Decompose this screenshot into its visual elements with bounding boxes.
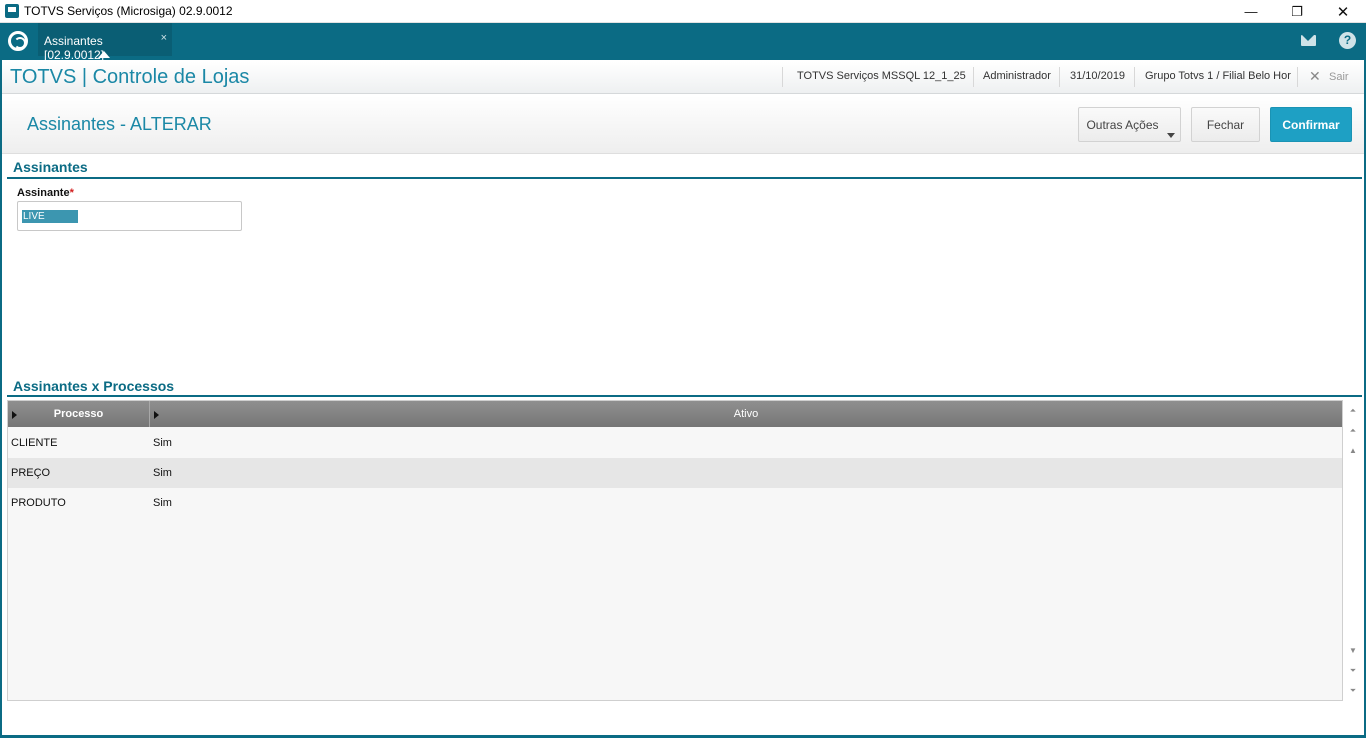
cell-ativo: Sim: [153, 497, 172, 509]
user-info: Administrador: [983, 70, 1051, 82]
chevron-down-icon: [1167, 133, 1175, 138]
tab-label: Assinantes [02.9.0012]: [44, 34, 105, 62]
minimize-button[interactable]: —: [1228, 0, 1274, 23]
mail-icon[interactable]: [1301, 35, 1316, 46]
scroll-bottom-icon[interactable]: ⏷: [1348, 686, 1358, 696]
section-title-assinantes: Assinantes: [13, 159, 88, 175]
window-titlebar: TOTVS Serviços (Microsiga) 02.9.0012 — ❐…: [0, 0, 1366, 23]
help-icon[interactable]: ?: [1339, 32, 1356, 49]
page-title: Assinantes - ALTERAR: [27, 114, 212, 134]
column-menu-icon[interactable]: [12, 411, 17, 419]
tab-close-icon[interactable]: ×: [161, 32, 167, 44]
page-toolbar: Assinantes - ALTERAR Outras Ações Fechar…: [2, 96, 1364, 154]
column-header-ativo[interactable]: Ativo: [150, 401, 1342, 427]
tab-bar: Assinantes [02.9.0012] × ?: [0, 23, 1366, 62]
grid-navigation: ⏶ ⏶ ▲ ▼ ⏷ ⏷: [1344, 400, 1362, 701]
required-mark: *: [69, 187, 74, 199]
header-separator: [1134, 67, 1135, 87]
section-title-processos: Assinantes x Processos: [13, 378, 175, 394]
header-separator: [782, 67, 783, 87]
assinante-input[interactable]: LIVE: [17, 201, 242, 231]
scroll-top-icon[interactable]: ⏶: [1348, 406, 1358, 416]
grid-header: Processo Ativo: [8, 401, 1342, 427]
app-brand-title: TOTVS | Controle de Lojas: [10, 66, 250, 88]
assinante-label-text: Assinante: [17, 187, 70, 199]
scroll-page-up-icon[interactable]: ⏶: [1348, 426, 1358, 436]
column-header-processo[interactable]: Processo: [8, 401, 150, 427]
exit-icon[interactable]: ✕: [1309, 68, 1321, 85]
cell-ativo: Sim: [153, 467, 172, 479]
assinante-label: Assinante*: [17, 187, 74, 199]
table-row[interactable]: CLIENTE Sim: [8, 428, 1342, 458]
cell-processo: PREÇO: [11, 467, 51, 479]
scroll-down-icon[interactable]: ▼: [1348, 646, 1358, 656]
tab-active-caret: [98, 51, 110, 58]
column-header-label: Processo: [53, 408, 104, 420]
scroll-up-icon[interactable]: ▲: [1348, 446, 1358, 456]
assinante-input-value: LIVE: [22, 210, 78, 223]
section-divider: [7, 395, 1362, 397]
confirmar-button[interactable]: Confirmar: [1270, 107, 1352, 142]
environment-info: TOTVS Serviços MSSQL 12_1_25: [797, 70, 966, 82]
scroll-page-down-icon[interactable]: ⏷: [1348, 666, 1358, 676]
close-window-button[interactable]: ✕: [1320, 0, 1366, 23]
app-header: TOTVS | Controle de Lojas TOTVS Serviços…: [2, 62, 1364, 94]
branch-info: Grupo Totvs 1 / Filial Belo Hor: [1145, 70, 1291, 82]
totvs-logo-icon[interactable]: [8, 31, 28, 51]
column-menu-icon[interactable]: [154, 411, 159, 419]
section-divider: [7, 177, 1362, 179]
outras-acoes-label: Outras Ações: [1086, 117, 1159, 132]
exit-link[interactable]: Sair: [1329, 71, 1349, 83]
cell-ativo: Sim: [153, 437, 172, 449]
table-row[interactable]: PRODUTO Sim: [8, 488, 1342, 518]
header-separator: [1059, 67, 1060, 87]
cell-processo: CLIENTE: [11, 437, 58, 449]
maximize-button[interactable]: ❐: [1274, 0, 1320, 23]
window-title: TOTVS Serviços (Microsiga) 02.9.0012: [24, 4, 233, 18]
table-row[interactable]: PREÇO Sim: [8, 458, 1342, 488]
app-icon: [5, 4, 19, 18]
cell-processo: PRODUTO: [11, 497, 66, 509]
header-separator: [973, 67, 974, 87]
processos-grid[interactable]: Processo Ativo CLIENTE Sim PREÇO Sim PRO…: [7, 400, 1343, 701]
column-header-label: Ativo: [733, 408, 759, 420]
fechar-button[interactable]: Fechar: [1191, 107, 1260, 142]
window-border-left: [0, 60, 2, 738]
header-separator: [1297, 67, 1298, 87]
outras-acoes-button[interactable]: Outras Ações: [1078, 107, 1181, 142]
date-info: 31/10/2019: [1070, 70, 1126, 82]
